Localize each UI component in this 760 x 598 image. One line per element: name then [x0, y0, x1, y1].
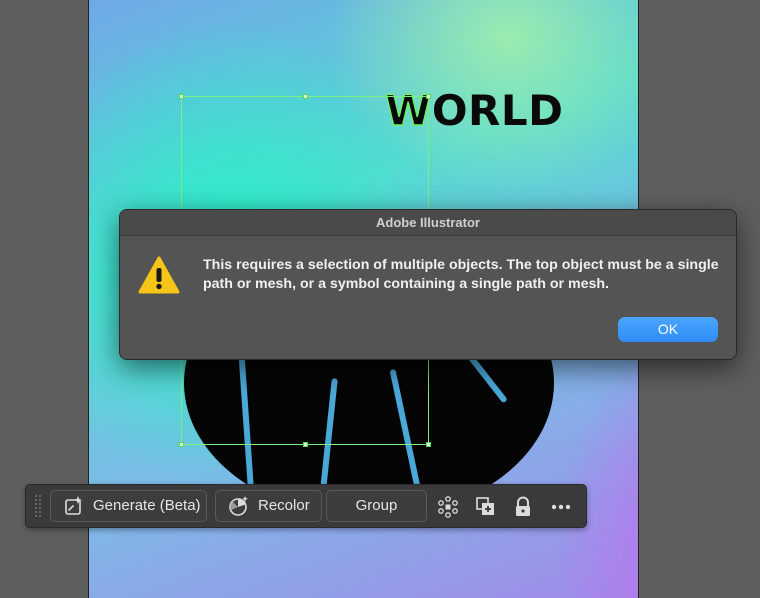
alert-dialog: Adobe Illustrator This requires a select…: [119, 209, 737, 360]
contextual-task-bar: Generate (Beta) Recolor Group: [25, 484, 587, 528]
duplicate-icon[interactable]: [475, 496, 497, 518]
generate-icon: [65, 496, 82, 515]
ok-button[interactable]: OK: [618, 317, 718, 342]
selection-handle-bl[interactable]: [179, 442, 184, 447]
lock-icon[interactable]: [512, 496, 534, 518]
isolate-icon[interactable]: [437, 496, 459, 518]
dialog-message: This requires a selection of multiple ob…: [203, 257, 719, 292]
generate-beta-label: Generate (Beta): [93, 497, 201, 514]
generate-beta-button[interactable]: Generate (Beta): [50, 490, 207, 522]
selection-handle-bm[interactable]: [303, 442, 308, 447]
selection-handle-br[interactable]: [426, 442, 431, 447]
recolor-label: Recolor: [258, 497, 310, 514]
group-button[interactable]: Group: [326, 490, 427, 522]
selection-handle-tm[interactable]: [303, 94, 308, 99]
recolor-button[interactable]: Recolor: [215, 490, 322, 522]
dialog-title: Adobe Illustrator: [120, 210, 736, 236]
group-label: Group: [355, 497, 398, 514]
selection-handle-tl[interactable]: [179, 94, 184, 99]
selection-handle-tr[interactable]: [426, 94, 431, 99]
drag-handle-icon[interactable]: [34, 494, 42, 518]
warning-triangle-icon: [138, 256, 180, 294]
recolor-icon: [229, 496, 248, 516]
workspace: WORLD Adobe Illustrator This requires a …: [0, 0, 760, 598]
more-icon[interactable]: [550, 496, 572, 518]
world-rest-letters: ORLD: [431, 86, 564, 135]
stripe-4: [466, 352, 508, 404]
